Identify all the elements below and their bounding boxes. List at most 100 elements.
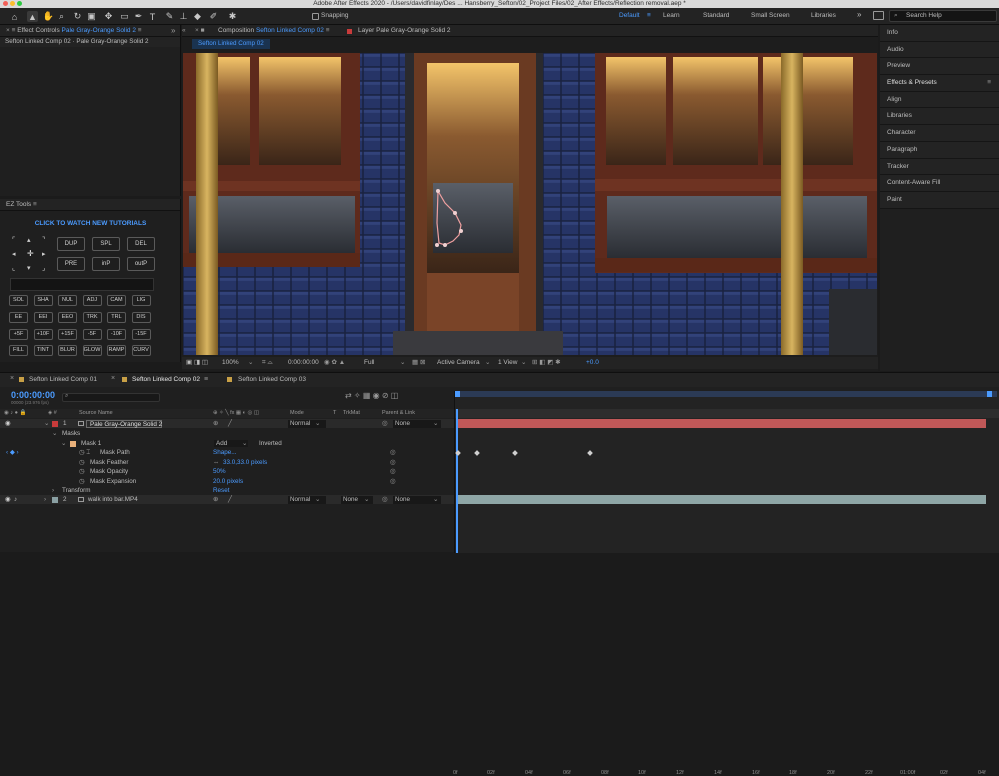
visibility-eye-icon[interactable]: ◉ [5,495,11,504]
mask-name[interactable]: Mask 1 [81,439,101,448]
pan-behind-tool-icon[interactable]: ✥ [103,11,114,22]
layer-name[interactable]: Pale Gray-Orange Solid 2 [86,420,162,428]
transform-row[interactable]: › Transform Reset [0,486,454,495]
ez-dis-button[interactable]: DIS [131,312,151,323]
exposure-value[interactable]: +0.0 [586,357,599,369]
constrain-proportions-icon[interactable]: ⇔ [213,458,219,467]
region-of-interest-icon[interactable]: ▦ ⊠ [412,357,425,369]
collapse-icon[interactable]: « [182,25,189,36]
work-area-start-handle[interactable] [455,391,460,397]
anchor-bottom-right-icon[interactable]: ⌟ [42,264,45,272]
clone-stamp-tool-icon[interactable]: ⊥ [178,11,189,22]
timeline-tool-icons[interactable]: ⇄ ✧ ▦ ◉ ⊘ ◫ [345,391,398,400]
anchor-bottom-left-icon[interactable]: ⌞ [12,264,15,272]
quality-switch-icon[interactable]: ╱ [228,495,232,504]
ez-plus15f-button[interactable]: +15F [58,329,77,340]
panel-menu-icon[interactable]: ≡ [138,27,142,34]
camera-dropdown[interactable]: Active Camera [437,357,480,369]
minimize-window-button[interactable] [10,1,15,6]
layer-row-2[interactable]: ◉ ♪ › 2 walk into bar.MP4 ⊕ ╱ Normal ⌄ N… [0,495,454,505]
ez-minus10f-button[interactable]: -10F [107,329,126,340]
ez-tint-button[interactable]: TINT [33,345,53,356]
work-area-end-handle[interactable] [987,391,992,397]
shy-switch-icon[interactable]: ⊕ [213,419,218,428]
anchor-grid[interactable]: ⌜ ▴ ⌝ ◂ ✛ ▸ ⌞ ▾ ⌟ [12,236,49,273]
panel-align[interactable]: Align [880,91,999,109]
expand-panels-icon[interactable]: » [171,26,175,35]
ez-cam-button[interactable]: CAM [107,295,126,306]
ez-ramp-button[interactable]: RAMP [107,345,126,356]
mask-color-swatch[interactable] [70,440,76,447]
ez-tools-tab[interactable]: EZ Tools ≡ [0,199,180,211]
current-time[interactable]: 0:00:00:00 [288,357,319,369]
prop-value[interactable]: Shape... [213,448,236,457]
layer-tab[interactable]: Layer Pale Gray-Orange Solid 2 [358,25,451,36]
layer-mode-dropdown[interactable]: Normal [288,420,326,428]
puppet-pin-tool-icon[interactable]: ✱ [227,11,238,22]
timeline-tab-comp03[interactable]: Sefton Linked Comp 03 [238,376,306,383]
ez-plus5f-button[interactable]: +5F [9,329,28,340]
panel-character[interactable]: Character [880,125,999,142]
close-tab-icon[interactable]: × ■ [195,25,205,36]
layer-1-duration-bar[interactable] [456,419,986,429]
hand-tool-icon[interactable]: ✋ [43,11,54,22]
tutorial-link[interactable]: CLICK TO WATCH NEW TUTORIALS [0,220,181,227]
expression-pickwhip-icon[interactable]: ◎ [390,467,396,476]
resolution-dropdown[interactable]: Full [364,357,374,369]
search-help-input[interactable]: ⌕ Search Help [889,10,997,22]
ez-eeo-button[interactable]: EEO [58,312,77,323]
roto-brush-tool-icon[interactable]: ✐ [208,11,219,22]
panel-content-aware-fill[interactable]: Content-Aware Fill [880,175,999,192]
anchor-right-icon[interactable]: ▸ [42,250,46,258]
visibility-eye-icon[interactable]: ◉ [5,419,11,428]
stopwatch-icon[interactable]: ◷ [79,477,85,486]
ez-fill-button[interactable]: FILL [9,345,28,356]
workspace-learn[interactable]: Learn [663,12,680,19]
prop-value[interactable]: 20.0 pixels [213,477,243,486]
rectangle-tool-icon[interactable]: ▭ [119,11,130,22]
prop-value[interactable]: 50% [213,467,226,476]
home-icon[interactable]: ⌂ [9,11,20,22]
composition-tab[interactable]: Composition Sefton Linked Comp 02 ≡ [218,25,330,36]
type-tool-icon[interactable]: T [147,11,158,22]
layer-row-1[interactable]: ◉ ⌄ 1 Pale Gray-Orange Solid 2 ⊕ ╱ Norma… [0,419,454,429]
spl-button[interactable]: SPL [92,237,120,251]
layer-name[interactable]: walk into bar.MP4 [88,495,138,504]
mask-inverted-checkbox[interactable]: Inverted [259,439,282,448]
workspace-libraries[interactable]: Libraries [811,12,836,19]
ez-adj-button[interactable]: ADJ [82,295,102,306]
pen-tool-icon[interactable]: ✒ [133,11,144,22]
effect-controls-tab[interactable]: × ≡ Effect Controls Pale Gray-Orange Sol… [0,25,180,37]
zoom-tool-icon[interactable]: ⌕ [56,11,67,22]
ez-minus5f-button[interactable]: -5F [82,329,102,340]
pickwhip-icon[interactable]: ◎ [382,495,388,504]
workspace-small-screen[interactable]: Small Screen [751,12,790,19]
workspace-standard[interactable]: Standard [703,12,729,19]
close-tab-icon[interactable]: × [10,375,14,382]
ez-sol-button[interactable]: SOL [9,295,28,306]
col-parent[interactable]: Parent & Link [382,409,415,418]
anchor-top-left-icon[interactable]: ⌜ [12,236,15,244]
close-tab-icon[interactable]: × [111,375,115,382]
expression-pickwhip-icon[interactable]: ◎ [390,458,396,467]
dup-button[interactable]: DUP [57,237,85,251]
workspace-layout-icon[interactable] [873,11,884,20]
prop-value[interactable]: 33.0,33.0 pixels [223,458,267,467]
panel-menu-icon[interactable]: ≡ [204,376,208,383]
close-tab-icon[interactable]: × ≡ [6,27,17,34]
composition-subtab[interactable]: Sefton Linked Comp 02 [192,39,270,49]
panel-tracker[interactable]: Tracker [880,158,999,176]
col-trkmat[interactable]: TrkMat [343,409,360,418]
mask-1-row[interactable]: ⌄ Mask 1 Add ⌄ Inverted [0,439,454,448]
timeline-tab-comp02[interactable]: Sefton Linked Comp 02 [132,376,200,383]
ez-sha-button[interactable]: SHA [33,295,53,306]
zoom-dropdown[interactable]: 100% [222,357,239,369]
workspace-default[interactable]: Default [619,12,640,19]
panel-preview[interactable]: Preview [880,58,999,76]
work-area-bar[interactable] [456,391,997,397]
pre-button[interactable]: PRE [57,257,85,271]
quality-switch-icon[interactable]: ╱ [228,419,232,428]
ez-glow-button[interactable]: GLOW [82,345,102,356]
stopwatch-icon[interactable]: ◷ [79,467,85,476]
ez-nul-button[interactable]: NUL [58,295,77,306]
